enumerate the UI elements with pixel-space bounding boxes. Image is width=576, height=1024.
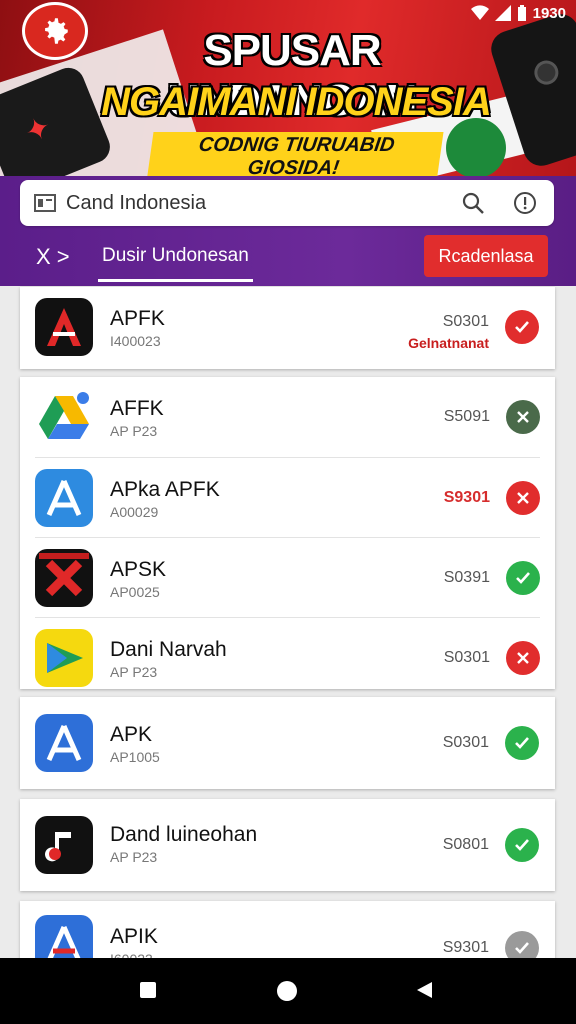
app-card: APFK I400023 S0301 Gelnatnanat bbox=[20, 287, 555, 369]
status-note: Gelnatnanat bbox=[408, 335, 489, 351]
app-name: AFFK bbox=[110, 397, 164, 420]
app-name: APFK bbox=[110, 307, 165, 330]
yellow-play-icon bbox=[35, 628, 93, 687]
cancel-icon[interactable] bbox=[506, 400, 540, 434]
promo-banner[interactable]: ✦ SPUSAR UNDANGAN NGAIMANI IDONESIA CODN… bbox=[0, 0, 576, 176]
google-drive-icon bbox=[35, 388, 93, 446]
app-version: A00029 bbox=[110, 504, 159, 520]
list-item[interactable]: APSK AP0025 S0391 bbox=[35, 537, 540, 617]
close-icon[interactable]: X > bbox=[36, 244, 76, 270]
app-size: S0301 bbox=[442, 313, 489, 330]
red-x-logo-icon bbox=[35, 548, 93, 607]
tab-bar: X > Dusir Undonesan Rcadenlasa bbox=[0, 232, 576, 282]
app-window-icon bbox=[34, 194, 56, 212]
wifi-icon bbox=[470, 5, 489, 21]
action-button[interactable]: Rcadenlasa bbox=[424, 235, 548, 277]
app-size: S9301 bbox=[443, 488, 490, 506]
app-size: S0391 bbox=[443, 568, 490, 586]
app-size: S0301 bbox=[442, 734, 489, 751]
gear-icon bbox=[22, 2, 88, 60]
app-name: Dand luineohan bbox=[110, 823, 258, 846]
app-name: APK bbox=[110, 723, 153, 746]
app-version: AP0025 bbox=[110, 584, 160, 600]
check-icon[interactable] bbox=[505, 310, 539, 344]
navigation-bar bbox=[0, 958, 576, 1024]
banner-tagline: CODNIG TIURUABID GIOSIDA! bbox=[146, 132, 444, 176]
search-icon[interactable] bbox=[458, 188, 488, 218]
back-icon[interactable] bbox=[414, 980, 434, 1000]
check-icon[interactable] bbox=[505, 726, 539, 760]
cancel-icon[interactable] bbox=[506, 640, 540, 675]
app-card: AFFK AP P23 S5091 APka APFK A00029 S9301… bbox=[20, 377, 555, 689]
app-size: S0801 bbox=[442, 836, 489, 853]
app-version: AP P23 bbox=[110, 849, 158, 865]
blue-a-icon bbox=[35, 714, 93, 772]
app-name: Dani Narvah bbox=[110, 638, 227, 661]
music-note-icon bbox=[35, 816, 93, 874]
app-version: AP P23 bbox=[110, 664, 158, 680]
app-name: APka APFK bbox=[110, 478, 220, 501]
flag-decoration bbox=[446, 118, 506, 176]
cancel-icon[interactable] bbox=[506, 480, 540, 515]
blue-a-icon bbox=[35, 468, 93, 527]
search-input[interactable]: Cand Indonesia bbox=[66, 192, 436, 215]
list-item[interactable]: APFK I400023 S0301 Gelnatnanat bbox=[20, 287, 555, 367]
app-size: S9301 bbox=[442, 939, 489, 956]
app-card: APK AP1005 S0301 bbox=[20, 697, 555, 789]
app-name: APSK bbox=[110, 558, 167, 581]
app-version: AP1005 bbox=[110, 749, 160, 765]
list-item[interactable]: AFFK AP P23 S5091 bbox=[35, 377, 540, 457]
app-version: AP P23 bbox=[110, 423, 158, 439]
status-bar: 1930 bbox=[470, 2, 566, 24]
home-icon[interactable] bbox=[276, 980, 298, 1002]
red-a-icon bbox=[35, 298, 93, 356]
list-item[interactable]: Dand luineohan AP P23 S0801 bbox=[20, 799, 555, 891]
app-size: S5091 bbox=[443, 408, 490, 425]
list-item[interactable]: Dani Narvah AP P23 S0301 bbox=[35, 617, 540, 697]
battery-icon bbox=[517, 5, 526, 21]
info-icon[interactable] bbox=[510, 188, 540, 218]
tab-active[interactable]: Dusir Undonesan bbox=[98, 232, 253, 282]
search-bar[interactable]: Cand Indonesia bbox=[20, 180, 554, 226]
check-icon[interactable] bbox=[506, 560, 540, 595]
app-name: APIK bbox=[110, 925, 158, 948]
app-card: Dand luineohan AP P23 S0801 bbox=[20, 799, 555, 891]
list-item[interactable]: APka APFK A00029 S9301 bbox=[35, 457, 540, 537]
signal-icon bbox=[494, 5, 511, 21]
banner-subtitle: NGAIMANI IDONESIA bbox=[101, 80, 492, 124]
check-icon[interactable] bbox=[505, 828, 539, 862]
list-item[interactable]: APK AP1005 S0301 bbox=[20, 697, 555, 789]
app-size: S0301 bbox=[443, 648, 490, 666]
recents-icon[interactable] bbox=[138, 980, 158, 1000]
app-version: I400023 bbox=[110, 333, 161, 349]
clock: 1930 bbox=[532, 4, 566, 22]
